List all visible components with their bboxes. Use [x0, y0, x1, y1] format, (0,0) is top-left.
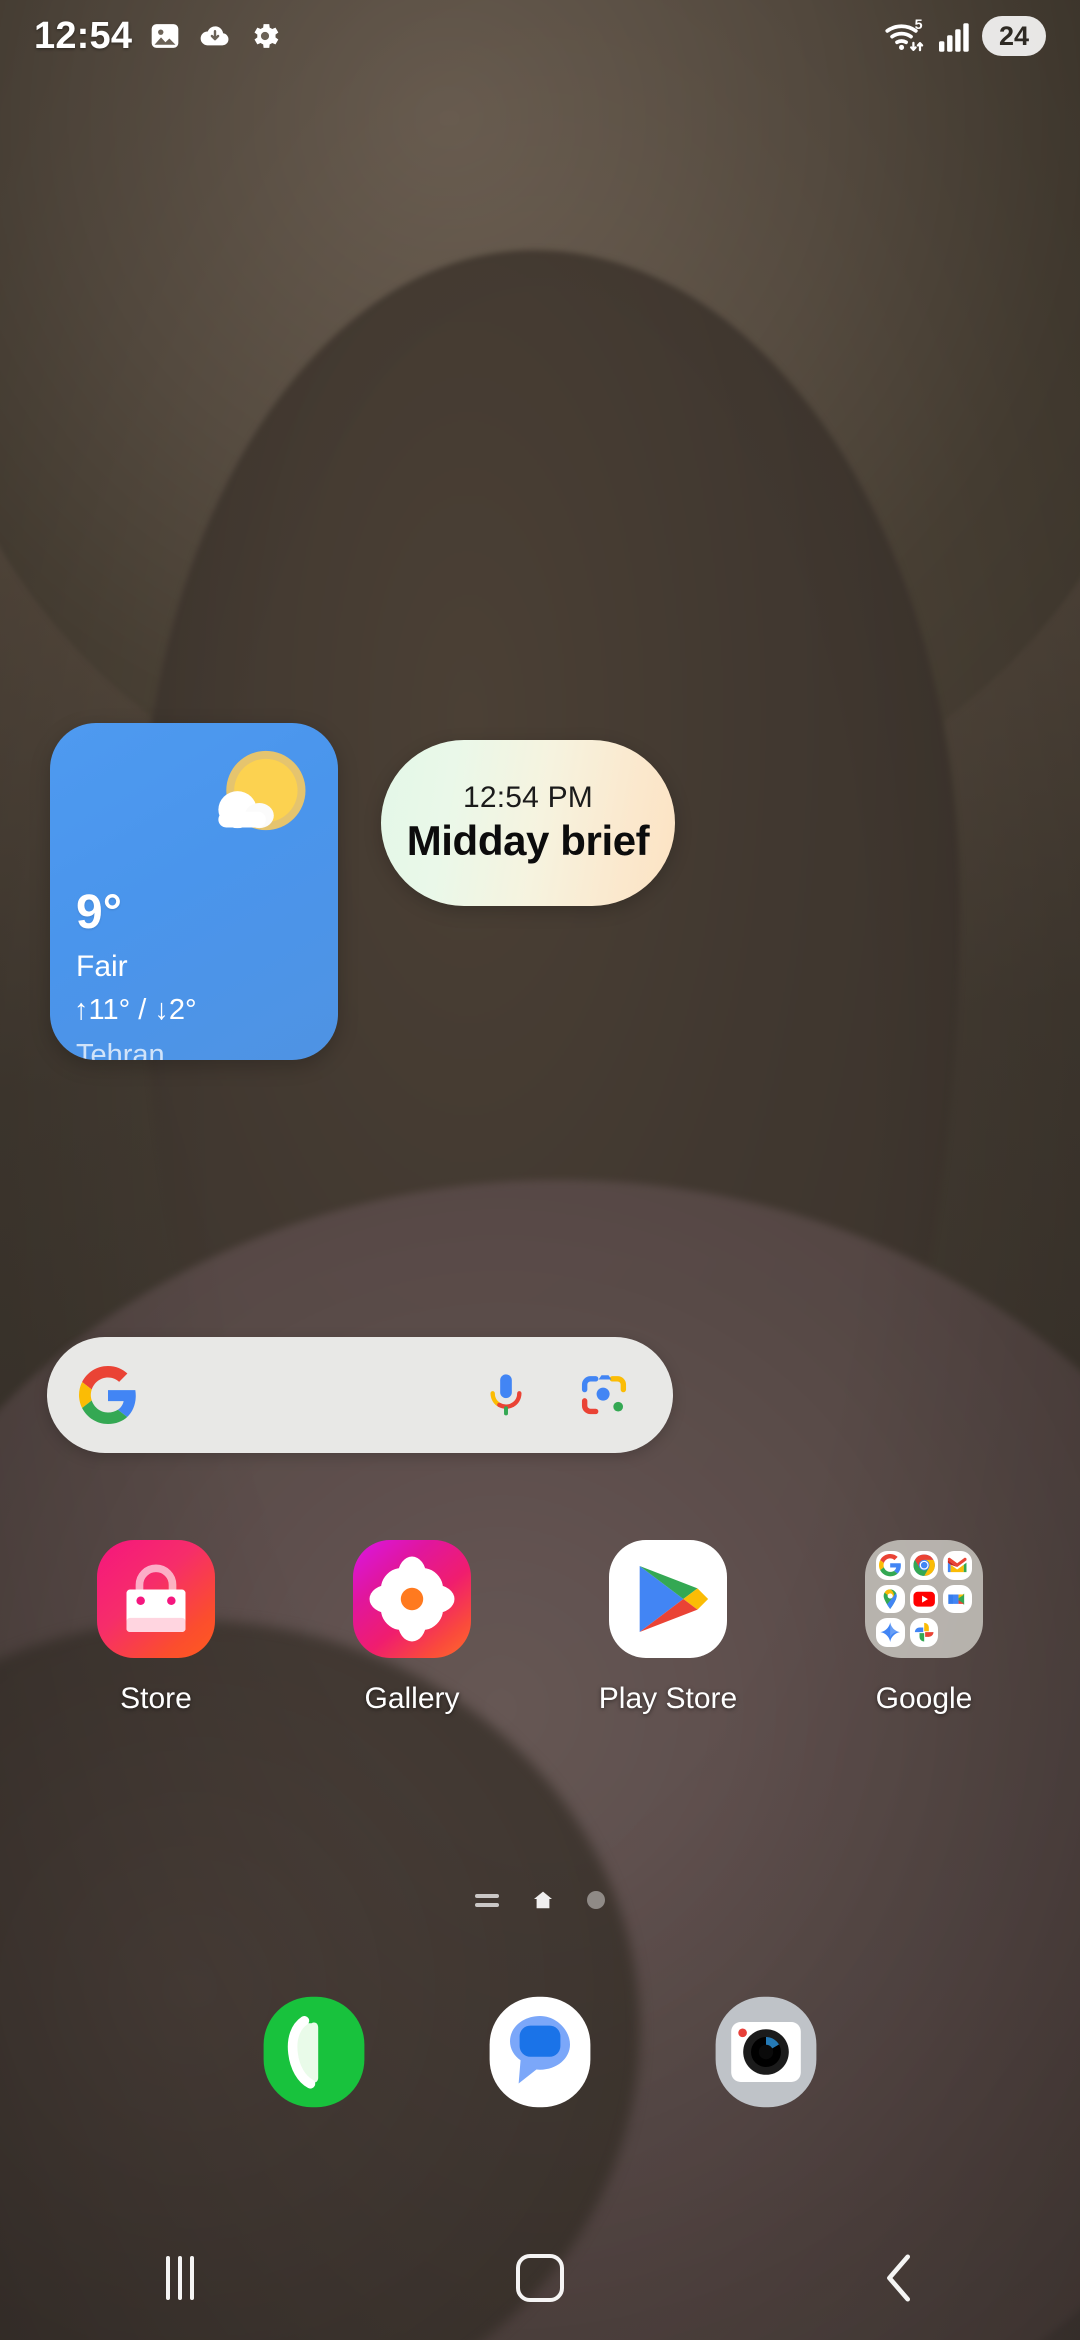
folder-empty-slot — [943, 1618, 972, 1647]
app-folder-google[interactable]: Google — [829, 1540, 1019, 1716]
dock — [0, 1992, 1080, 2112]
google-search-bar[interactable] — [47, 1337, 673, 1453]
page-dot[interactable] — [587, 1891, 605, 1909]
home-page-dot[interactable] — [531, 1888, 555, 1912]
gallery-app-icon[interactable] — [353, 1540, 471, 1658]
midday-brief-widget[interactable]: 12:54 PM Midday brief — [381, 740, 675, 906]
wifi-icon: 5 — [885, 17, 924, 52]
battery-indicator: 24 — [982, 16, 1046, 56]
home-icon — [516, 2254, 564, 2302]
photos-icon — [909, 1618, 939, 1647]
cloud-download-icon — [200, 26, 229, 46]
page-indicator — [0, 1888, 1080, 1912]
gmail-icon — [943, 1551, 972, 1580]
status-bar: 12:54 5 24 — [0, 0, 1080, 72]
app-label: Google — [875, 1682, 973, 1715]
recents-icon — [166, 2256, 194, 2300]
back-icon — [887, 2254, 911, 2302]
recents-button[interactable] — [90, 2228, 270, 2328]
cellular-signal-icon — [939, 23, 969, 52]
gear-icon — [254, 24, 279, 48]
dock-app-messages[interactable] — [480, 1992, 600, 2112]
weather-high-low: ↑11° / ↓2° — [74, 994, 197, 1026]
youtube-icon — [909, 1584, 939, 1614]
microphone-icon[interactable] — [481, 1370, 531, 1420]
navigation-bar — [0, 2216, 1080, 2340]
app-label: Store — [120, 1682, 192, 1715]
app-store[interactable]: Store — [61, 1540, 251, 1716]
dock-app-phone[interactable] — [254, 1992, 374, 2112]
app-label: Gallery — [364, 1682, 460, 1715]
app-list-icon[interactable] — [475, 1893, 499, 1907]
brief-time: 12:54 PM — [462, 781, 593, 814]
status-clock: 12:54 — [34, 14, 133, 57]
svg-text:5: 5 — [915, 17, 923, 33]
partly-cloudy-icon — [218, 750, 306, 831]
status-bar-right: 5 24 — [884, 16, 1046, 56]
meet-icon — [943, 1584, 972, 1614]
galaxy-store-icon[interactable] — [97, 1540, 215, 1658]
maps-icon — [876, 1584, 905, 1614]
dock-app-camera[interactable] — [706, 1992, 826, 2112]
weather-temperature: 9° — [76, 886, 122, 939]
gallery-icon — [151, 24, 179, 48]
app-grid: Store Gallery Play Store Google — [0, 1540, 1080, 1716]
play-store-icon[interactable] — [609, 1540, 727, 1658]
home-button[interactable] — [450, 2228, 630, 2328]
battery-level: 24 — [998, 20, 1030, 51]
google-search-icon — [876, 1551, 905, 1580]
google-folder-icon[interactable] — [865, 1540, 983, 1658]
gemini-icon — [876, 1618, 905, 1647]
app-label: Play Store — [598, 1682, 738, 1715]
weather-condition: Fair — [76, 950, 128, 983]
google-lens-icon[interactable] — [577, 1368, 631, 1422]
google-g-icon — [79, 1366, 136, 1424]
weather-widget[interactable]: 9° Fair ↑11° / ↓2° Tehran — [50, 723, 338, 1060]
app-gallery[interactable]: Gallery — [317, 1540, 507, 1716]
weather-city: Tehran — [76, 1039, 165, 1060]
status-bar-left: 12:54 — [34, 15, 282, 58]
brief-title: Midday brief — [406, 817, 650, 864]
chrome-icon — [909, 1551, 939, 1580]
app-play-store[interactable]: Play Store — [573, 1540, 763, 1716]
back-button[interactable] — [810, 2228, 990, 2328]
